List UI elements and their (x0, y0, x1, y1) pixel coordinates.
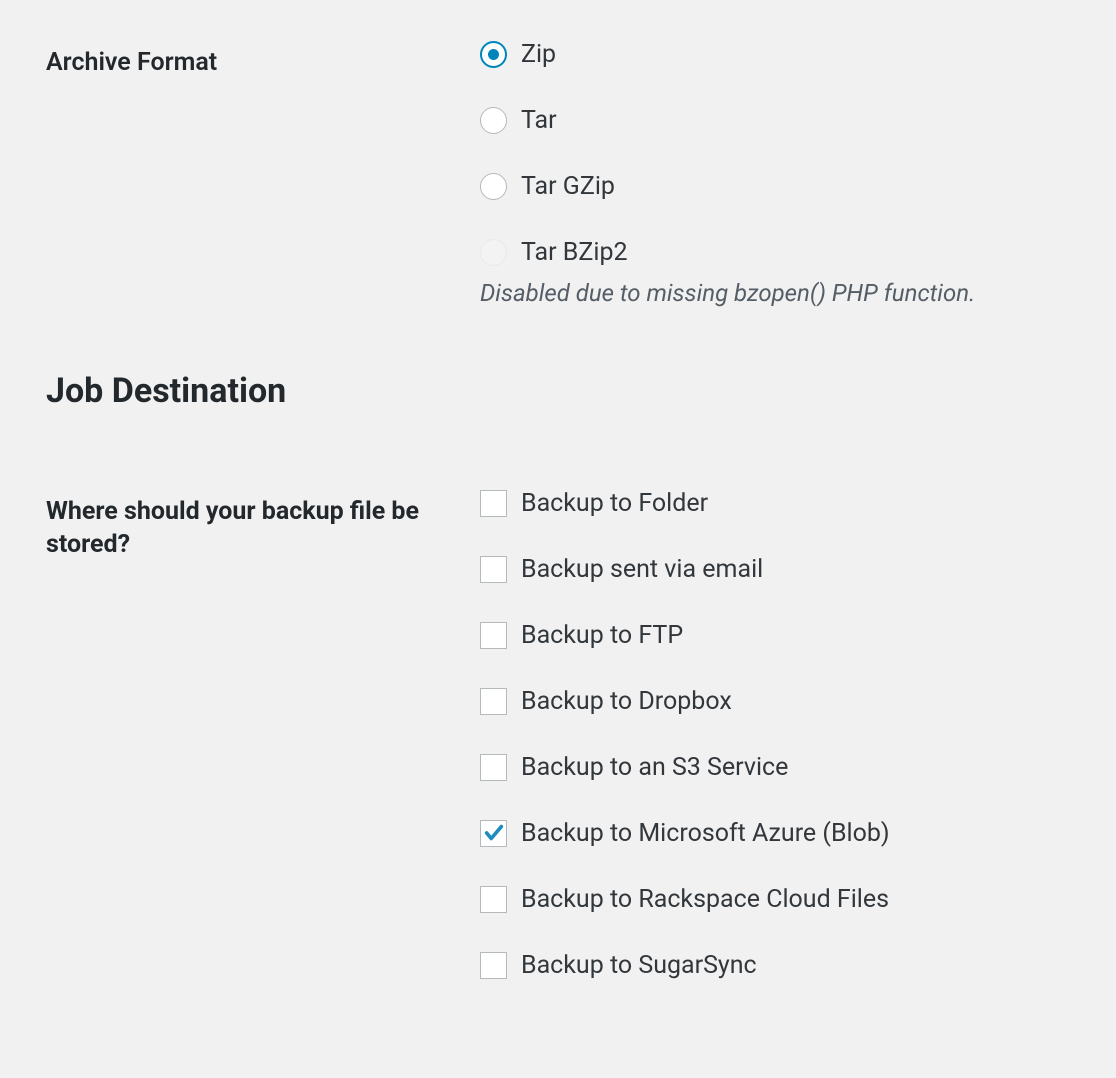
archive-format-label: Archive Format (46, 48, 217, 77)
radio-tar[interactable] (480, 107, 507, 134)
radio-targzip[interactable] (480, 173, 507, 200)
checkbox-sugarsync[interactable] (480, 952, 507, 979)
archive-format-disabled-note: Disabled due to missing bzopen() PHP fun… (480, 277, 1070, 311)
archive-format-options: Zip Tar Tar GZip Tar BZip2 Disabled due … (480, 40, 1070, 311)
checkbox-item-ftp[interactable]: Backup to FTP (480, 621, 1070, 650)
checkbox-email-label: Backup sent via email (521, 555, 763, 584)
radio-tarbzip2-label: Tar BZip2 (521, 238, 628, 267)
checkbox-azure[interactable] (480, 820, 507, 847)
backup-storage-label-col: Where should your backup file be stored? (46, 489, 480, 563)
radio-item-targzip[interactable]: Tar GZip (480, 172, 1070, 201)
checkbox-ftp-label: Backup to FTP (521, 621, 683, 650)
checkbox-s3-label: Backup to an S3 Service (521, 753, 788, 782)
checkbox-email[interactable] (480, 556, 507, 583)
backup-storage-options: Backup to Folder Backup sent via email B… (480, 489, 1070, 980)
archive-format-row: Archive Format Zip Tar Tar GZip Tar BZip… (46, 40, 1070, 311)
checkbox-item-rackspace[interactable]: Backup to Rackspace Cloud Files (480, 885, 1070, 914)
checkbox-sugarsync-label: Backup to SugarSync (521, 951, 757, 980)
radio-tar-label: Tar (521, 106, 557, 135)
radio-item-zip[interactable]: Zip (480, 40, 1070, 69)
radio-item-tar[interactable]: Tar (480, 106, 1070, 135)
checkbox-rackspace[interactable] (480, 886, 507, 913)
checkbox-item-s3[interactable]: Backup to an S3 Service (480, 753, 1070, 782)
checkbox-ftp[interactable] (480, 622, 507, 649)
checkbox-rackspace-label: Backup to Rackspace Cloud Files (521, 885, 889, 914)
check-icon (483, 822, 505, 844)
backup-storage-question: Where should your backup file be stored? (46, 497, 419, 560)
radio-zip-label: Zip (521, 40, 556, 69)
checkbox-item-dropbox[interactable]: Backup to Dropbox (480, 687, 1070, 716)
radio-item-tarbzip2: Tar BZip2 (480, 238, 1070, 267)
archive-format-label-col: Archive Format (46, 40, 480, 80)
radio-targzip-label: Tar GZip (521, 172, 615, 201)
radio-zip[interactable] (480, 41, 507, 68)
backup-storage-row: Where should your backup file be stored?… (46, 489, 1070, 980)
job-destination-heading: Job Destination (46, 371, 1070, 411)
checkbox-azure-label: Backup to Microsoft Azure (Blob) (521, 819, 890, 848)
checkbox-dropbox-label: Backup to Dropbox (521, 687, 732, 716)
checkbox-item-email[interactable]: Backup sent via email (480, 555, 1070, 584)
checkbox-dropbox[interactable] (480, 688, 507, 715)
checkbox-item-azure[interactable]: Backup to Microsoft Azure (Blob) (480, 819, 1070, 848)
checkbox-folder[interactable] (480, 490, 507, 517)
checkbox-s3[interactable] (480, 754, 507, 781)
checkbox-item-sugarsync[interactable]: Backup to SugarSync (480, 951, 1070, 980)
radio-tarbzip2 (480, 239, 507, 266)
checkbox-item-folder[interactable]: Backup to Folder (480, 489, 1070, 518)
checkbox-folder-label: Backup to Folder (521, 489, 708, 518)
